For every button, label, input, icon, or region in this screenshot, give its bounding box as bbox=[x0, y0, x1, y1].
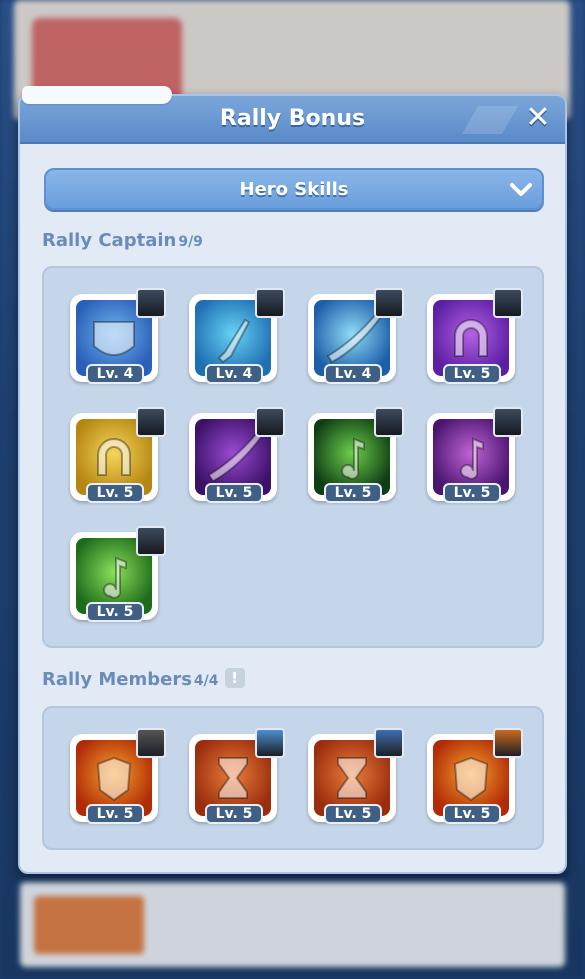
hero-avatar bbox=[255, 288, 285, 318]
skill-level-badge: Lv. 5 bbox=[86, 804, 144, 824]
hero-avatar bbox=[136, 288, 166, 318]
skill-tile[interactable]: Lv. 4 bbox=[308, 288, 404, 390]
hero-avatar bbox=[136, 728, 166, 758]
close-icon: ✕ bbox=[525, 100, 551, 135]
hero-avatar bbox=[493, 407, 523, 437]
hero-avatar bbox=[374, 728, 404, 758]
skill-tile[interactable]: Lv. 5 bbox=[70, 526, 166, 628]
modal-title: Rally Bonus bbox=[219, 106, 366, 131]
exclamation-icon[interactable]: ! bbox=[224, 668, 245, 688]
skill-tile[interactable]: Lv. 4 bbox=[70, 288, 166, 390]
hero-avatar bbox=[136, 526, 166, 556]
rally-captain-label: Rally Captain bbox=[42, 230, 177, 251]
skill-level-badge: Lv. 5 bbox=[443, 804, 501, 824]
rally-captain-count: 9/9 bbox=[178, 234, 203, 250]
hero-avatar bbox=[493, 728, 523, 758]
hero-avatar bbox=[374, 288, 404, 318]
chevron-down-icon bbox=[510, 183, 532, 196]
snow-decoration bbox=[22, 86, 172, 104]
rally-members-title: Rally Members 4/4! bbox=[42, 668, 245, 690]
skill-level-badge: Lv. 5 bbox=[324, 483, 382, 503]
rally-captain-title: Rally Captain 9/9 bbox=[42, 230, 203, 251]
skill-level-badge: Lv. 5 bbox=[86, 483, 144, 503]
skill-level-badge: Lv. 4 bbox=[205, 364, 263, 384]
skill-tile[interactable]: Lv. 5 bbox=[427, 407, 523, 509]
skill-tile[interactable]: Lv. 5 bbox=[70, 407, 166, 509]
skill-level-badge: Lv. 4 bbox=[86, 364, 144, 384]
close-button[interactable]: ✕ bbox=[523, 103, 553, 134]
skill-tile[interactable]: Lv. 5 bbox=[189, 407, 285, 509]
skill-level-badge: Lv. 5 bbox=[324, 804, 382, 824]
skill-tile[interactable]: Lv. 5 bbox=[189, 728, 285, 830]
hero-avatar bbox=[255, 407, 285, 437]
skill-tile[interactable]: Lv. 4 bbox=[189, 288, 285, 390]
skill-tile[interactable]: Lv. 5 bbox=[308, 407, 404, 509]
rally-captain-panel: Lv. 4 Lv. 4 Lv. 4 Lv. 5 Lv. 5 Lv. 5 Lv. 5 Lv. 5… bbox=[42, 266, 544, 648]
skill-level-badge: Lv. 5 bbox=[205, 804, 263, 824]
skill-level-badge: Lv. 5 bbox=[443, 364, 501, 384]
dropdown-selected-label: Hero Skills bbox=[239, 179, 349, 200]
rally-members-count: 4/4 bbox=[193, 673, 219, 689]
background-bottom-card bbox=[20, 882, 565, 967]
hero-avatar bbox=[374, 407, 404, 437]
skill-tile[interactable]: Lv. 5 bbox=[70, 728, 166, 830]
skill-level-badge: Lv. 5 bbox=[443, 483, 501, 503]
skill-level-badge: Lv. 5 bbox=[205, 483, 263, 503]
skill-tile[interactable]: Lv. 5 bbox=[427, 288, 523, 390]
rally-bonus-modal: Rally Bonus ✕ Hero Skills Rally Captain 9… bbox=[18, 94, 567, 874]
hero-avatar bbox=[255, 728, 285, 758]
skill-tile[interactable]: Lv. 5 bbox=[427, 728, 523, 830]
hero-avatar bbox=[136, 407, 166, 437]
skill-type-dropdown[interactable]: Hero Skills bbox=[44, 168, 544, 210]
rally-members-label: Rally Members bbox=[42, 669, 192, 690]
rally-members-panel: Lv. 5 Lv. 5 Lv. 5 Lv. 5 bbox=[42, 706, 544, 850]
skill-level-badge: Lv. 5 bbox=[86, 602, 144, 622]
skill-level-badge: Lv. 4 bbox=[324, 364, 382, 384]
skill-tile[interactable]: Lv. 5 bbox=[308, 728, 404, 830]
hero-avatar bbox=[493, 288, 523, 318]
